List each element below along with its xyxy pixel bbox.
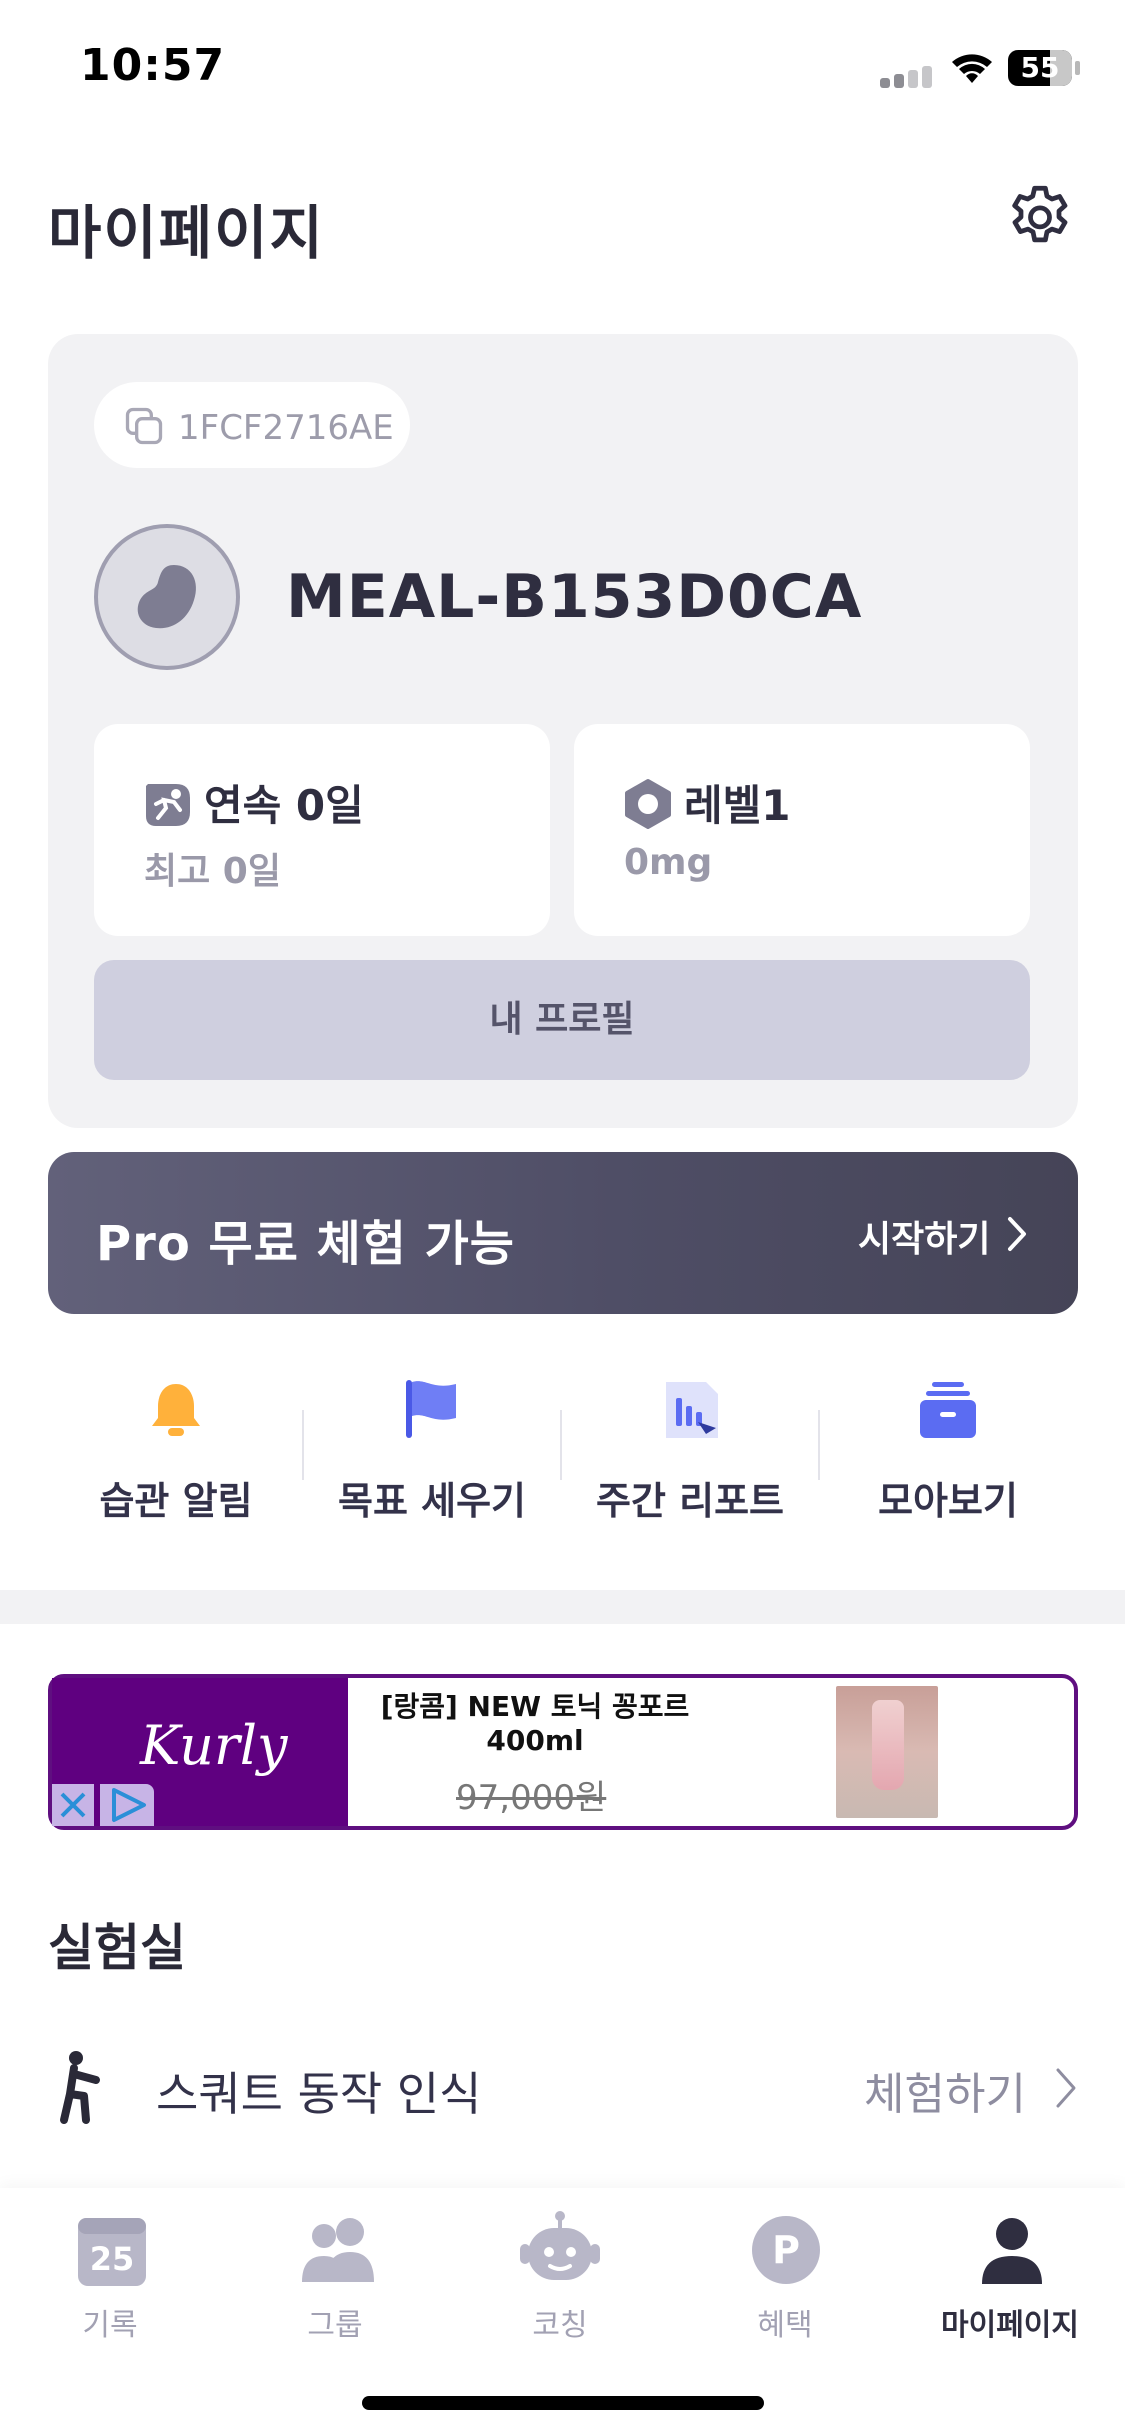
points-letter: P	[772, 2228, 800, 2272]
points-icon: P	[752, 2216, 820, 2284]
tab-label-coaching: 코칭	[532, 2308, 588, 2343]
copy-icon	[125, 407, 163, 445]
home-indicator	[362, 2396, 764, 2410]
user-name: MEAL-B153D0CA	[286, 562, 863, 632]
tab-label-group: 그룹	[307, 2308, 363, 2343]
quick-menu-label: 습관 알림	[99, 1479, 253, 1523]
gear-icon[interactable]	[1002, 180, 1078, 256]
level-sub: 0mg	[624, 842, 713, 883]
level-card[interactable]	[574, 724, 1030, 936]
lab-section-title: 실험실	[48, 1919, 186, 1977]
group-icon	[302, 2218, 374, 2282]
battery-level: 55	[1020, 51, 1060, 84]
tab-label-record: 기록	[82, 2308, 138, 2343]
section-divider	[0, 1590, 1125, 1624]
quick-menu-label: 주간 리포트	[595, 1479, 785, 1523]
bean-icon	[137, 565, 196, 629]
level-hexagon-icon	[625, 779, 671, 829]
chevron-right-icon	[1056, 2068, 1076, 2108]
calendar-icon: 25	[72, 2212, 152, 2292]
page-title: 마이페이지	[48, 199, 325, 267]
squat-person-icon	[60, 2051, 100, 2124]
robot-icon	[520, 2211, 600, 2280]
streak-runner-icon	[146, 784, 190, 826]
tab-label-mypage: 마이페이지	[941, 2308, 1079, 2343]
battery-icon: 55	[1008, 50, 1080, 86]
ad-choices-icon[interactable]	[100, 1784, 154, 1826]
tab-label-benefits: 혜택	[757, 2308, 813, 2343]
streak-best: 최고 0일	[144, 851, 281, 892]
pro-start-link[interactable]: 시작하기	[858, 1210, 990, 1262]
lab-try-link[interactable]: 체험하기	[864, 2058, 1026, 2122]
avatar[interactable]	[94, 524, 240, 670]
lab-item-label: 스쿼트 동작 인식	[156, 2067, 482, 2121]
calendar-day: 25	[89, 2240, 135, 2278]
bell-icon	[152, 1384, 200, 1436]
chevron-right-icon	[1008, 1217, 1026, 1251]
report-icon	[666, 1382, 718, 1438]
my-profile-button[interactable]: 내 프로필	[94, 960, 1030, 1080]
ad-product-title: [랑콤] NEW 토닉 꽁포르 400ml	[380, 1690, 690, 1757]
ad-brand-logo: Kurly	[140, 1714, 288, 1777]
quick-menu-label: 모아보기	[878, 1479, 1018, 1523]
flag-icon	[406, 1380, 456, 1438]
ad-price: 97,000원	[456, 1778, 607, 1818]
quick-menu-label: 목표 세우기	[337, 1479, 527, 1523]
level-title: 레벨1	[684, 781, 791, 830]
wifi-icon	[952, 54, 992, 83]
archive-box-icon	[920, 1382, 976, 1438]
streak-title: 연속 0일	[204, 781, 364, 830]
product-bottle-image	[872, 1700, 904, 1790]
ad-close-icon[interactable]	[52, 1784, 94, 1826]
person-icon	[982, 2218, 1042, 2284]
pro-banner-title: Pro 무료 체험 가능	[96, 1216, 515, 1272]
user-id: 1FCF2716AE	[178, 408, 394, 448]
cellular-signal-icon	[880, 66, 932, 88]
status-time: 10:57	[80, 40, 226, 91]
